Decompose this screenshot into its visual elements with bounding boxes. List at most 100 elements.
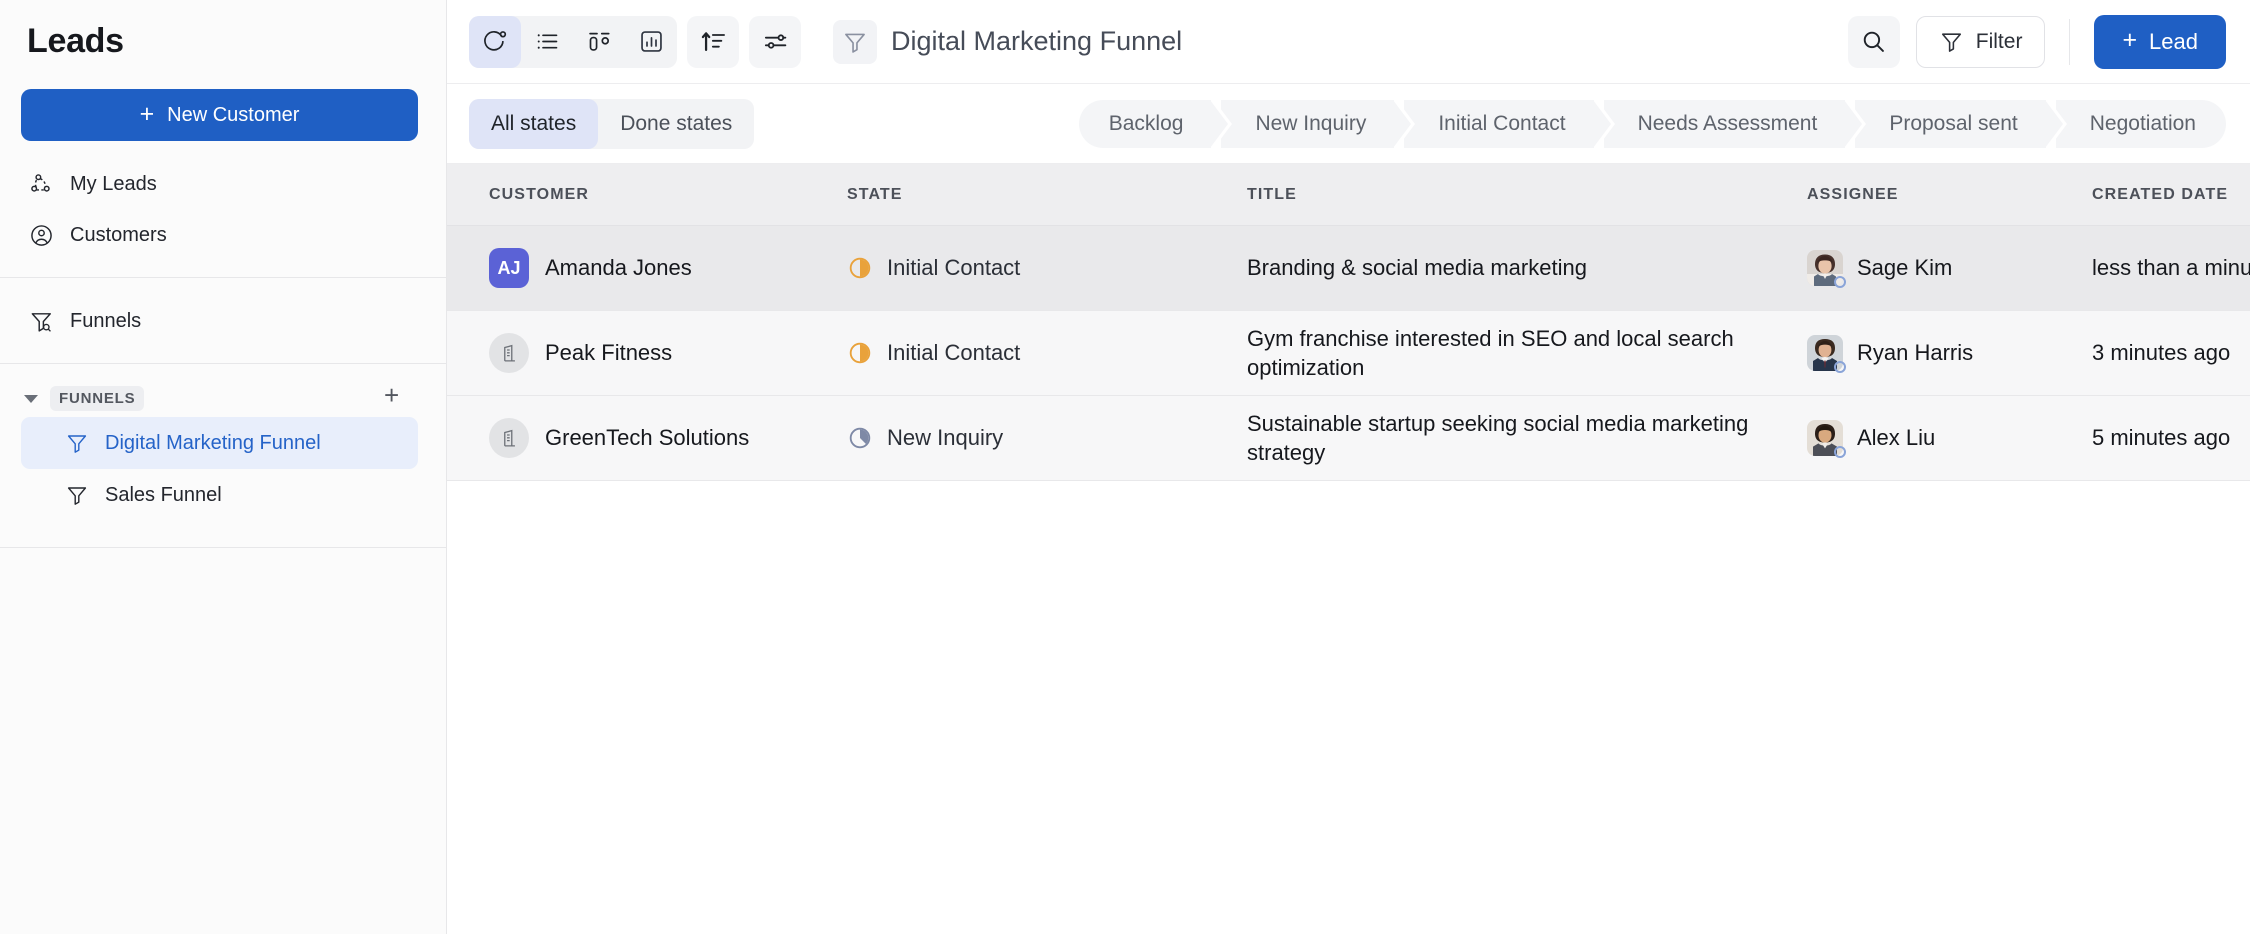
kanban-icon: [586, 28, 613, 55]
sidebar-item-funnels[interactable]: Funnels: [0, 296, 446, 347]
table-header: CUSTOMER STATE TITLE ASSIGNEE CREATED DA…: [447, 164, 2250, 226]
states-bar: All states Done states Backlog New Inqui…: [447, 84, 2250, 164]
new-customer-button[interactable]: + New Customer: [21, 89, 418, 141]
activity-view-button[interactable]: [469, 16, 521, 68]
state-label: Initial Contact: [887, 340, 1020, 366]
page-title: Leads: [0, 0, 446, 61]
search-button[interactable]: [1848, 16, 1900, 68]
cell-state[interactable]: Initial Contact: [847, 255, 1247, 281]
cell-created-date[interactable]: less than a minute ago: [2092, 255, 2250, 281]
sidebar-funnel-digital-marketing[interactable]: Digital Marketing Funnel: [21, 417, 418, 469]
user-circle-icon: [28, 223, 54, 249]
column-header-customer[interactable]: CUSTOMER: [447, 186, 847, 204]
cell-created-date[interactable]: 3 minutes ago: [2092, 340, 2250, 366]
cell-customer[interactable]: GreenTech Solutions: [447, 418, 847, 458]
pipeline-stages: Backlog New Inquiry Initial Contact Need…: [1079, 100, 2226, 148]
column-header-title[interactable]: TITLE: [1247, 184, 1807, 205]
pipeline-stage-initial-contact[interactable]: Initial Contact: [1404, 100, 1593, 148]
app-root: Leads + New Customer My Leads: [0, 0, 2250, 934]
sidebar-funnel-label: Digital Marketing Funnel: [105, 432, 321, 455]
search-icon: [1860, 28, 1887, 55]
add-lead-button[interactable]: + Lead: [2094, 15, 2226, 69]
cell-assignee[interactable]: Ryan Harris: [1807, 335, 2092, 371]
customer-name: Peak Fitness: [545, 340, 672, 366]
cell-state[interactable]: New Inquiry: [847, 425, 1247, 451]
plus-icon: +: [2122, 28, 2137, 53]
funnel-icon: [833, 20, 877, 64]
state-label: Initial Contact: [887, 255, 1020, 281]
funnels-nav: Funnels: [0, 278, 446, 363]
display-settings-button[interactable]: [749, 16, 801, 68]
table-row[interactable]: AJ Amanda Jones Initial Contact Branding…: [447, 226, 2250, 311]
toolbar-separator: [2069, 19, 2070, 65]
funnels-section-header[interactable]: FUNNELS +: [0, 380, 418, 417]
avatar: [489, 333, 529, 373]
view-switcher: [469, 16, 677, 68]
avatar: [489, 418, 529, 458]
state-progress-icon: [847, 340, 873, 366]
column-header-created-date[interactable]: CREATED DATE: [2092, 186, 2250, 204]
cell-state[interactable]: Initial Contact: [847, 340, 1247, 366]
leads-network-icon: [28, 172, 54, 198]
funnel-icon: [65, 483, 89, 507]
cell-created-date[interactable]: 5 minutes ago: [2092, 425, 2250, 451]
building-icon: [499, 428, 520, 449]
customer-name: Amanda Jones: [545, 255, 692, 281]
sidebar-funnel-label: Sales Funnel: [105, 484, 222, 507]
pipeline-stage-new-inquiry[interactable]: New Inquiry: [1221, 100, 1394, 148]
pipeline-stage-negotiation[interactable]: Negotiation: [2056, 100, 2226, 148]
state-progress-icon: [847, 255, 873, 281]
tab-all-states[interactable]: All states: [469, 99, 598, 149]
column-header-assignee[interactable]: ASSIGNEE: [1807, 186, 2092, 204]
chevron-down-icon[interactable]: [24, 395, 38, 403]
cell-title[interactable]: Branding & social media marketing: [1247, 253, 1807, 282]
pipeline-stage-needs-assessment[interactable]: Needs Assessment: [1604, 100, 1846, 148]
table-row[interactable]: Peak Fitness Initial Contact Gym franchi…: [447, 311, 2250, 396]
cell-customer[interactable]: Peak Fitness: [447, 333, 847, 373]
sort-asc-icon: [700, 28, 727, 55]
sidebar-item-label: Funnels: [70, 310, 141, 333]
avatar: [1807, 420, 1843, 456]
sort-button[interactable]: [687, 16, 739, 68]
pipeline-stage-backlog[interactable]: Backlog: [1079, 100, 1212, 148]
cell-assignee[interactable]: Alex Liu: [1807, 420, 2092, 456]
status-dot: [1834, 446, 1846, 458]
column-header-state[interactable]: STATE: [847, 186, 1247, 204]
sidebar-funnel-sales[interactable]: Sales Funnel: [21, 469, 418, 521]
cell-assignee[interactable]: Sage Kim: [1807, 250, 2092, 286]
status-dot: [1834, 361, 1846, 373]
bar-chart-icon: [638, 28, 665, 55]
assignee-name: Sage Kim: [1857, 255, 1952, 281]
new-customer-label: New Customer: [167, 104, 299, 127]
funnel-icon: [65, 431, 89, 455]
avatar: AJ: [489, 248, 529, 288]
cell-customer[interactable]: AJ Amanda Jones: [447, 248, 847, 288]
cell-title[interactable]: Sustainable startup seeking social media…: [1247, 409, 1807, 467]
sidebar-divider-3: [0, 547, 446, 548]
cell-title[interactable]: Gym franchise interested in SEO and loca…: [1247, 324, 1807, 382]
tab-done-states[interactable]: Done states: [598, 99, 754, 149]
add-funnel-button[interactable]: +: [384, 382, 400, 408]
funnel-search-icon: [28, 309, 54, 335]
table-row[interactable]: GreenTech Solutions New Inquiry Sustaina…: [447, 396, 2250, 481]
chart-view-button[interactable]: [625, 16, 677, 68]
building-icon: [499, 343, 520, 364]
toolbar: Digital Marketing Funnel Filter + Lead: [447, 0, 2250, 84]
main-panel: Digital Marketing Funnel Filter + Lead: [447, 0, 2250, 934]
pipeline-stage-proposal-sent[interactable]: Proposal sent: [1855, 100, 2045, 148]
sidebar-item-label: My Leads: [70, 173, 157, 196]
sidebar-item-customers[interactable]: Customers: [0, 210, 446, 261]
assignee-name: Alex Liu: [1857, 425, 1935, 451]
sidebar-item-my-leads[interactable]: My Leads: [0, 159, 446, 210]
avatar: [1807, 250, 1843, 286]
list-view-button[interactable]: [521, 16, 573, 68]
sidebar-item-label: Customers: [70, 224, 167, 247]
filter-icon: [1939, 29, 1964, 54]
filter-button[interactable]: Filter: [1916, 16, 2046, 68]
view-title: Digital Marketing Funnel: [891, 26, 1182, 57]
add-lead-label: Lead: [2149, 29, 2198, 55]
kanban-view-button[interactable]: [573, 16, 625, 68]
filter-label: Filter: [1976, 30, 2023, 54]
list-icon: [534, 28, 561, 55]
states-toggle: All states Done states: [469, 99, 754, 149]
